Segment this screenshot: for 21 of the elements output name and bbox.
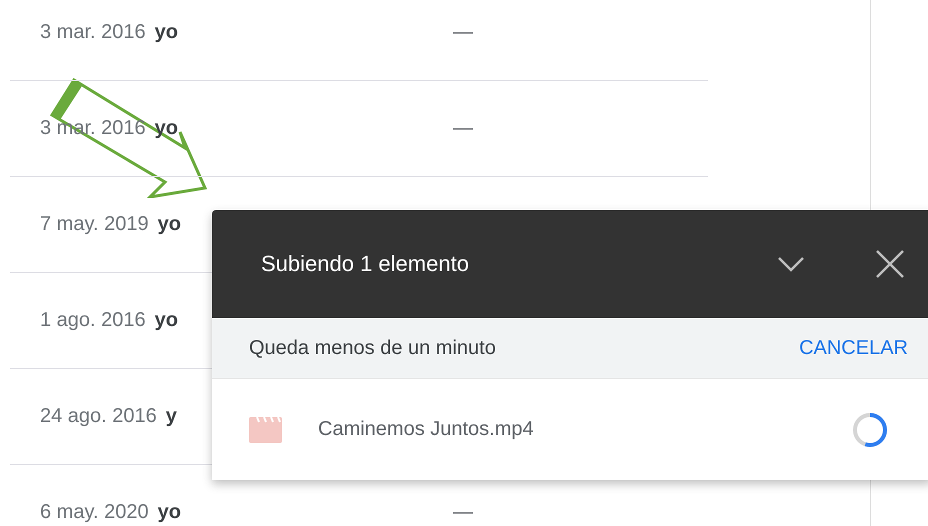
date-text: 3 mar. 2016 — [40, 21, 146, 44]
video-file-icon — [249, 416, 282, 442]
date-text: 24 ago. 2016 — [40, 405, 157, 428]
date-text: 6 may. 2020 — [40, 501, 149, 524]
close-icon[interactable] — [875, 249, 905, 279]
owner-text: yo — [154, 117, 178, 140]
size-text: — — [453, 501, 473, 524]
owner-text: yo — [158, 501, 181, 524]
owner-text: yo — [158, 213, 181, 236]
chevron-down-icon[interactable] — [777, 255, 805, 273]
owner-text: y — [166, 405, 177, 428]
date-text: 7 may. 2019 — [40, 213, 149, 236]
owner-text: yo — [154, 21, 178, 44]
panel-title: Subiendo 1 elemento — [261, 251, 470, 277]
size-text: — — [453, 117, 473, 140]
cancel-button[interactable]: CANCELAR — [799, 336, 908, 360]
owner-text: yo — [154, 309, 178, 332]
size-text: — — [453, 21, 473, 44]
file-name: Caminemos Juntos.mp4 — [318, 418, 535, 441]
date-text: 1 ago. 2016 — [40, 309, 146, 332]
status-text: Queda menos de un minuto — [249, 336, 497, 360]
